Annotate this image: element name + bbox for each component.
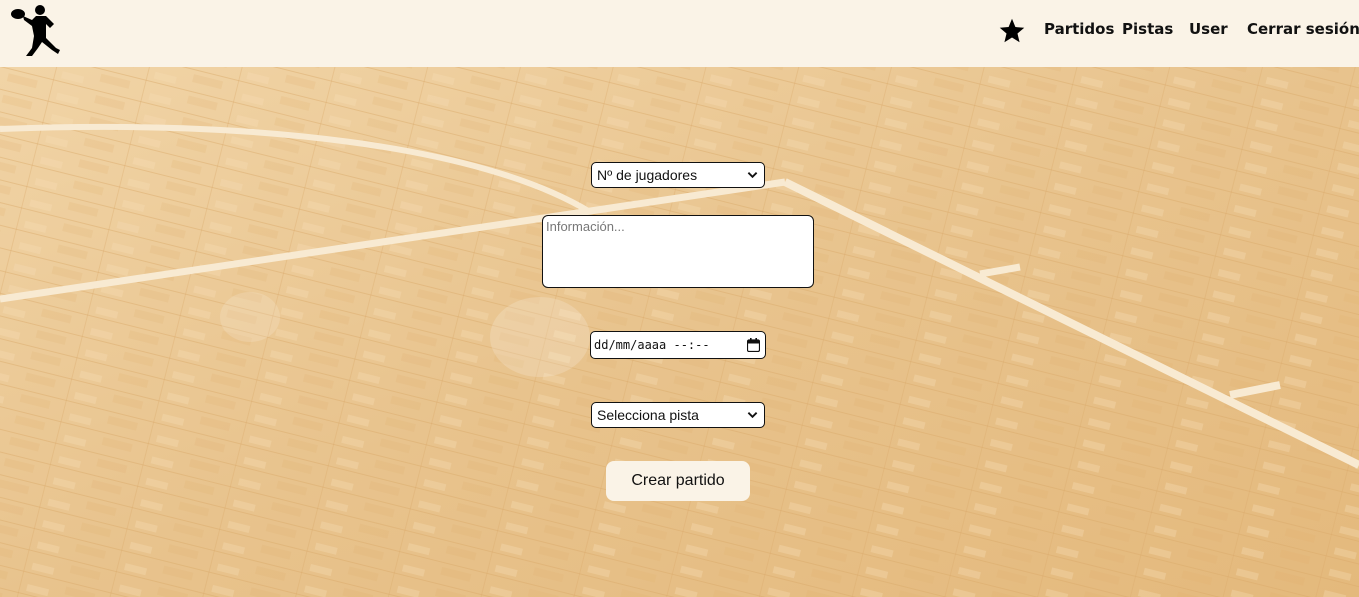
padel-player-silhouette-icon[interactable] (10, 2, 68, 60)
nav-item-pistas[interactable]: Pistas (1122, 20, 1173, 38)
players-select[interactable]: Nº de jugadores (591, 162, 765, 188)
chevron-down-icon (747, 412, 758, 419)
calendar-icon[interactable] (747, 338, 760, 352)
chevron-down-icon (747, 172, 758, 179)
nav-item-cerrar-sesion[interactable]: Cerrar sesión (1247, 20, 1359, 38)
nav-item-user[interactable]: User (1189, 20, 1228, 38)
datetime-input-value: dd/mm/aaaa --:-- (594, 338, 710, 352)
navbar: Partidos Pistas User Cerrar sesión (0, 0, 1359, 67)
star-icon[interactable] (998, 17, 1026, 45)
court-select[interactable]: Selecciona pista (591, 402, 765, 428)
info-textarea[interactable]: Información... (542, 215, 814, 288)
nav-item-partidos[interactable]: Partidos (1044, 20, 1114, 38)
create-match-button[interactable]: Crear partido (606, 461, 750, 501)
create-match-form: Nº de jugadores Información... dd/mm/aaa… (0, 0, 1359, 597)
datetime-input[interactable]: dd/mm/aaaa --:-- (590, 331, 766, 359)
info-textarea-placeholder: Información... (546, 219, 625, 234)
court-select-value: Selecciona pista (597, 407, 699, 423)
players-select-value: Nº de jugadores (597, 167, 698, 183)
